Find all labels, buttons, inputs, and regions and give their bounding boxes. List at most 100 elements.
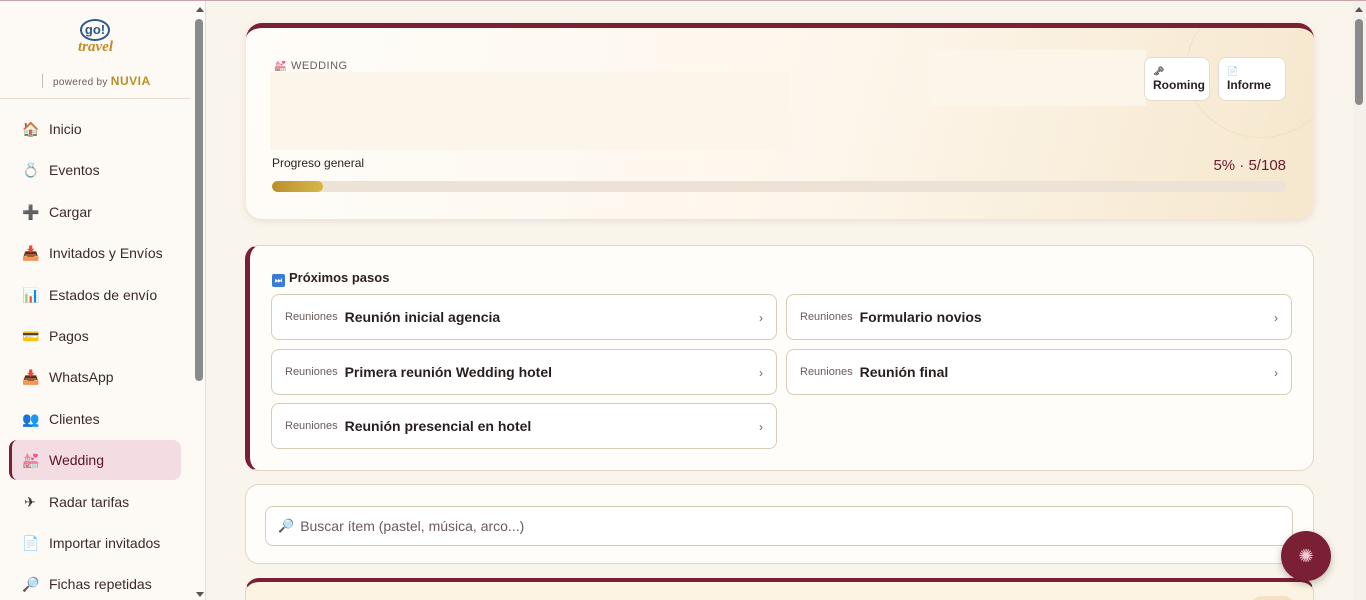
sidebar-item-radar-tarifas[interactable]: ✈ Radar tarifas [9,482,181,522]
next-steps-title-text: Próximos pasos [289,270,390,285]
hero-label-text: WEDDING [290,60,348,72]
people-icon: 👥 [22,410,40,427]
step-category: Reuniones [800,366,853,378]
home-icon: 🏠 [22,121,40,137]
ring-icon: 💍 [22,162,40,179]
powered-by: powered by NUVIA [42,74,151,88]
informe-button[interactable]: 📄 Informe [1218,57,1286,101]
sidebar: go! travel powered by NUVIA 🏠 Inicio 💍 E… [0,1,206,600]
hero-meta-placeholder [930,50,1146,106]
main-scrollbar[interactable] [1353,1,1366,600]
chevron-right-icon: › [759,311,763,325]
sidebar-item-label: Radar tarifas [49,493,130,510]
sidebar-item-inicio[interactable]: 🏠 Inicio [9,109,181,149]
scrollbar-thumb[interactable] [195,19,203,381]
sidebar-item-cargar[interactable]: ➕ Cargar [9,192,181,232]
step-name: Reunión inicial agencia [344,309,501,325]
category-badge [1251,596,1295,600]
chevron-right-icon: › [1274,366,1278,380]
sidebar-item-pagos[interactable]: 💳 Pagos [9,316,181,356]
key-icon: 🗝 [1153,66,1165,76]
step-category: Reuniones [285,366,338,378]
powered-by-text: powered by [53,77,108,88]
sidebar-item-label: Wedding [49,452,105,469]
main-content: 💒 WEDDING 🗝 Rooming 📄 Informe Progreso ge… [206,1,1353,600]
assistant-icon: ✺ [1298,545,1314,566]
sidebar-item-label: Pagos [49,327,89,344]
next-steps-title: ⏭ Próximos pasos [272,270,389,287]
search-field[interactable]: 🔎 [265,506,1293,546]
progress-value: 5% · 5/108 [1213,157,1286,174]
logo-go-text: go! [80,19,110,41]
credit-card-icon: 💳 [22,327,40,344]
sidebar-item-label: WhatsApp [49,369,114,386]
informe-label: Informe [1227,78,1272,92]
step-item[interactable]: Reuniones Reunión inicial agencia › [271,294,777,340]
sidebar-item-label: Invitados y Envíos [49,245,163,262]
chevron-right-icon: › [759,366,763,380]
step-item[interactable]: Reuniones Reunión final › [786,349,1292,395]
sidebar-item-eventos[interactable]: 💍 Eventos [9,150,181,190]
scroll-down-arrow-icon[interactable] [196,592,204,597]
sidebar-item-invitados-envios[interactable]: 📥 Invitados y Envíos [9,233,181,273]
document-icon: 📄 [22,534,40,551]
sidebar-scrollbar[interactable] [193,1,206,600]
sidebar-item-importar-invitados[interactable]: 📄 Importar invitados [9,523,181,563]
hero-label: 💒 WEDDING [274,60,348,72]
step-name: Primera reunión Wedding hotel [344,364,553,380]
hero-title-placeholder [270,72,790,150]
sidebar-nav: 🏠 Inicio 💍 Eventos ➕ Cargar 📥 Invitados … [0,109,190,600]
progress-label: Progreso general [272,156,365,170]
rooming-label: Rooming [1153,78,1205,92]
assistant-fab-button[interactable]: ✺ [1281,531,1331,581]
inbox-icon: 📥 [22,245,40,262]
chevron-right-icon: › [759,420,763,434]
logo-travel-text: travel [78,39,113,55]
wedding-icon: 💒 [22,452,40,469]
next-steps-card: ⏭ Próximos pasos Reuniones Reunión inicia… [245,245,1314,471]
step-category: Reuniones [800,311,853,323]
scroll-up-arrow-icon[interactable] [196,7,204,12]
step-item[interactable]: Reuniones Primera reunión Wedding hotel … [271,349,777,395]
magnifier-icon: 🔎 [22,576,40,593]
document-icon: 📄 [1227,66,1239,76]
chevron-right-icon: › [1274,311,1278,325]
plus-icon: ➕ [22,203,40,220]
step-item[interactable]: Reuniones Formulario novios › [786,294,1292,340]
sidebar-item-label: Fichas repetidas [49,576,152,593]
search-card: 🔎 [245,484,1314,564]
search-icon: 🔎 [278,518,295,533]
sidebar-item-fichas-repetidas[interactable]: 🔎 Fichas repetidas [9,564,181,600]
sidebar-item-clientes[interactable]: 👥 Clientes [9,399,181,439]
inbox-tray-icon: 📥 [22,369,40,386]
rooming-button[interactable]: 🗝 Rooming [1144,57,1210,101]
progress-bar [272,181,1286,192]
sidebar-item-label: Estados de envío [49,286,158,303]
step-item[interactable]: Reuniones Reunión presencial en hotel › [271,403,777,449]
sidebar-item-label: Inicio [49,121,82,137]
wedding-hero-card: 💒 WEDDING 🗝 Rooming 📄 Informe Progreso ge… [246,23,1314,219]
wedding-icon: 💒 [274,61,287,72]
sidebar-item-label: Cargar [49,203,92,220]
sidebar-item-label: Clientes [49,410,100,427]
nuvia-brand: NUVIA [110,74,151,88]
bar-chart-icon: 📊 [22,286,40,303]
sidebar-item-label: Eventos [49,162,100,179]
step-category: Reuniones [285,311,338,323]
step-name: Reunión presencial en hotel [344,418,532,434]
scroll-up-arrow-icon[interactable] [1355,7,1363,12]
search-input[interactable] [300,518,1281,534]
sidebar-item-label: Importar invitados [49,534,161,551]
brand-header: go! travel powered by NUVIA [0,1,190,99]
sidebar-item-whatsapp[interactable]: 📥 WhatsApp [9,357,181,397]
sidebar-item-wedding[interactable]: 💒 Wedding [9,440,181,481]
sidebar-item-estados-envio[interactable]: 📊 Estados de envío [9,275,181,315]
scrollbar-thumb[interactable] [1355,19,1363,105]
fast-forward-icon: ⏭ [272,274,285,287]
step-name: Reunión final [859,364,949,380]
airplane-icon: ✈ [24,493,36,510]
step-name: Formulario novios [859,309,982,325]
go-travel-logo[interactable]: go! travel [78,19,116,63]
progress-bar-fill [272,181,323,192]
step-category: Reuniones [285,420,338,432]
